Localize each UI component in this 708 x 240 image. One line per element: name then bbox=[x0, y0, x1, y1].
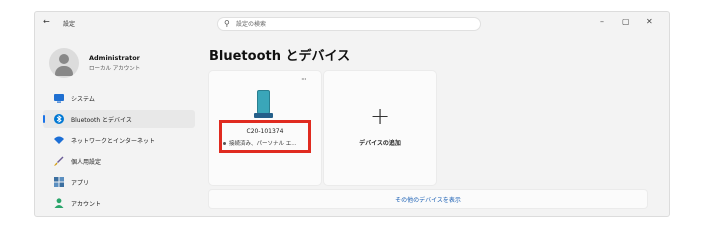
close-button[interactable]: ✕ bbox=[646, 17, 653, 26]
search-input[interactable] bbox=[236, 19, 466, 29]
app-title: 設定 bbox=[63, 21, 76, 28]
title-bar: ← 設定 ⚲ – ▢ ✕ bbox=[35, 12, 669, 36]
wifi-icon bbox=[53, 134, 65, 146]
device-card[interactable]: ··· C20-101374 接続済み、パーソナル エ... bbox=[209, 71, 321, 185]
back-arrow-icon[interactable]: ← bbox=[43, 17, 50, 26]
maximize-button[interactable]: ▢ bbox=[622, 17, 630, 26]
sidebar-item-label: ネットワークとインターネット bbox=[71, 138, 156, 145]
sidebar-item-apps[interactable]: アプリ bbox=[43, 173, 195, 191]
avatar-head-icon bbox=[59, 54, 69, 64]
sidebar-item-label: 個人用設定 bbox=[71, 159, 102, 166]
highlight-annotation bbox=[219, 120, 311, 153]
settings-window: ← 設定 ⚲ – ▢ ✕ Administrator ローカル アカウント シス… bbox=[34, 11, 670, 217]
add-device-card[interactable]: + デバイスの追加 bbox=[324, 71, 436, 185]
search-box[interactable]: ⚲ bbox=[217, 17, 481, 31]
page-title: Bluetooth とデバイス bbox=[209, 49, 351, 64]
search-icon: ⚲ bbox=[224, 19, 230, 28]
sidebar-nav: システム Bluetooth とデバイス ネットワークとインターネット 個人用設… bbox=[43, 89, 195, 215]
user-profile[interactable]: Administrator ローカル アカウント bbox=[49, 48, 209, 82]
brush-icon bbox=[53, 155, 65, 167]
show-more-devices-button[interactable]: その他のデバイスを表示 bbox=[209, 190, 647, 208]
phone-icon bbox=[254, 90, 273, 118]
minimize-button[interactable]: – bbox=[600, 17, 604, 26]
bluetooth-icon bbox=[53, 113, 65, 125]
apps-icon bbox=[53, 176, 65, 188]
avatar bbox=[49, 48, 79, 78]
sidebar-item-personalization[interactable]: 個人用設定 bbox=[43, 152, 195, 170]
sidebar-item-system[interactable]: システム bbox=[43, 89, 195, 107]
sidebar-item-label: アカウント bbox=[71, 201, 102, 208]
profile-account-type: ローカル アカウント bbox=[89, 66, 141, 72]
profile-name: Administrator bbox=[89, 54, 140, 62]
show-more-devices-label: その他のデバイスを表示 bbox=[395, 197, 461, 204]
sidebar-item-label: Bluetooth とデバイス bbox=[71, 117, 132, 124]
sidebar-item-label: アプリ bbox=[71, 180, 90, 187]
sidebar-item-label: システム bbox=[71, 96, 95, 103]
sidebar-item-network[interactable]: ネットワークとインターネット bbox=[43, 131, 195, 149]
sidebar-item-accounts[interactable]: アカウント bbox=[43, 194, 195, 212]
monitor-icon bbox=[53, 92, 65, 104]
sidebar-item-bluetooth[interactable]: Bluetooth とデバイス bbox=[43, 110, 195, 128]
plus-icon: + bbox=[369, 102, 391, 130]
more-options-button[interactable]: ··· bbox=[301, 75, 307, 84]
person-icon bbox=[53, 197, 65, 209]
add-device-label: デバイスの追加 bbox=[359, 140, 401, 147]
avatar-body-icon bbox=[55, 66, 73, 76]
